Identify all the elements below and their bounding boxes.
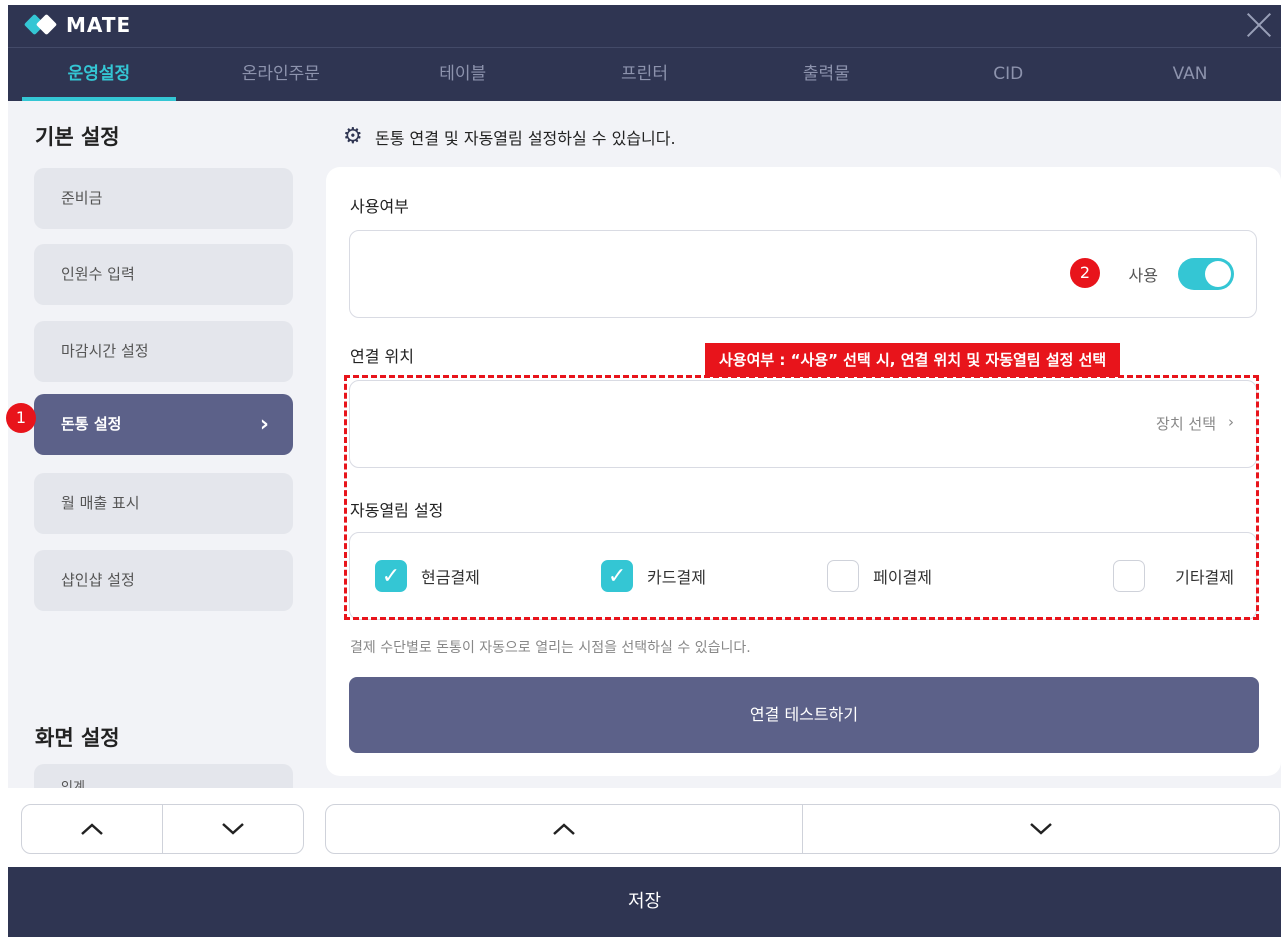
sidebar-item-handover[interactable]: 인계: [34, 764, 293, 788]
checkbox-other[interactable]: [1113, 560, 1146, 592]
tab-online-order[interactable]: 온라인주문: [190, 48, 372, 101]
checkbox-pay[interactable]: [827, 560, 860, 592]
page-header: ⚙ 돈통 연결 및 자동열림 설정하실 수 있습니다.: [343, 125, 676, 149]
main-tab-bar: 운영설정 온라인주문 테이블 프린터 출력물 CID VAN: [8, 47, 1281, 101]
device-select[interactable]: 장치 선택 ›: [1156, 413, 1234, 434]
sidebar-item-monthly-sales[interactable]: 월 매출 표시: [34, 473, 293, 534]
tab-cid[interactable]: CID: [917, 48, 1099, 101]
payment-cash-label: 현금결제: [421, 568, 480, 587]
annotation-marker-1: 1: [6, 403, 36, 433]
payment-pay-option[interactable]: 페이결제: [827, 560, 1053, 592]
logo-text: MATE: [66, 13, 132, 37]
app-logo: MATE: [23, 13, 132, 37]
connection-test-button[interactable]: 연결 테스트하기: [349, 677, 1259, 753]
payment-card-label: 카드결제: [647, 568, 706, 587]
page-title: 돈통 연결 및 자동열림 설정하실 수 있습니다.: [375, 129, 676, 148]
sidebar-item-headcount[interactable]: 인원수 입력: [34, 244, 293, 305]
payment-other-label: 기타결제: [1175, 568, 1234, 587]
payment-pay-label: 페이결제: [873, 568, 932, 587]
gear-icon: ⚙: [343, 124, 363, 149]
usage-toggle-group: 사용: [1129, 258, 1234, 290]
logo-mark-icon: [23, 13, 60, 36]
chevron-down-icon: [1030, 823, 1052, 835]
location-field[interactable]: 장치 선택 ›: [349, 380, 1257, 468]
sidebar-scroll-up-button[interactable]: [22, 805, 162, 853]
chevron-up-icon: [81, 823, 103, 835]
sidebar-scroll-down-button[interactable]: [162, 805, 303, 853]
chevron-up-icon: [553, 823, 575, 835]
settings-card: 사용여부 사용 연결 위치 장치 선택 › 자동열림 설정 ✓ 현금결제 ✓ 카…: [326, 167, 1281, 776]
tab-printer[interactable]: 프린터: [554, 48, 736, 101]
sidebar-item-closing-time[interactable]: 마감시간 설정: [34, 321, 293, 382]
close-icon[interactable]: [1245, 11, 1273, 39]
sidebar: 기본 설정 준비금 인원수 입력 마감시간 설정 돈통 설정 › 월 매출 표시…: [8, 101, 316, 788]
annotation-marker-2: 2: [1070, 258, 1100, 288]
payment-card-option[interactable]: ✓ 카드결제: [601, 560, 827, 592]
sidebar-scroll-nav: [21, 804, 304, 854]
usage-toggle[interactable]: [1178, 258, 1234, 290]
sidebar-item-reserve-fund[interactable]: 준비금: [34, 168, 293, 229]
basic-settings-title: 기본 설정: [35, 125, 120, 149]
auto-open-hint: 결제 수단별로 돈통이 자동으로 열리는 시점을 선택하실 수 있습니다.: [350, 640, 751, 656]
content-scroll-up-button[interactable]: [326, 805, 802, 853]
usage-value: 사용: [1128, 266, 1158, 285]
location-label: 연결 위치: [350, 347, 414, 366]
screen-settings-title: 화면 설정: [35, 726, 120, 750]
annotation-callout: 사용여부 : “사용” 선택 시, 연결 위치 및 자동열림 설정 선택: [705, 343, 1121, 377]
usage-field: 사용: [349, 230, 1257, 318]
payment-cash-option[interactable]: ✓ 현금결제: [375, 560, 601, 592]
sidebar-item-cash-drawer[interactable]: 돈통 설정 ›: [34, 394, 293, 455]
tab-operation-settings[interactable]: 운영설정: [8, 48, 190, 101]
usage-label: 사용여부: [350, 197, 409, 216]
checkbox-card[interactable]: ✓: [601, 560, 634, 592]
auto-open-label: 자동열림 설정: [350, 501, 444, 520]
save-button[interactable]: 저장: [8, 867, 1281, 937]
main-panel: ⚙ 돈통 연결 및 자동열림 설정하실 수 있습니다. 사용여부 사용 연결 위…: [316, 101, 1281, 788]
chevron-right-icon: ›: [259, 412, 269, 437]
content-scroll-down-button[interactable]: [802, 805, 1279, 853]
title-bar: MATE: [8, 5, 1281, 47]
tab-table[interactable]: 테이블: [372, 48, 554, 101]
tab-van[interactable]: VAN: [1099, 48, 1281, 101]
auto-open-field: ✓ 현금결제 ✓ 카드결제 페이결제 기타결제: [349, 532, 1257, 620]
payment-other-option[interactable]: 기타결제: [1053, 560, 1234, 592]
sidebar-item-label: 돈통 설정: [61, 415, 122, 433]
tab-output[interactable]: 출력물: [735, 48, 917, 101]
sidebar-item-shop-in-shop[interactable]: 샵인샵 설정: [34, 550, 293, 611]
content-scroll-nav: [325, 804, 1280, 854]
device-select-label: 장치 선택: [1156, 415, 1216, 433]
chevron-right-icon: ›: [1228, 413, 1234, 431]
checkbox-cash[interactable]: ✓: [375, 560, 407, 592]
chevron-down-icon: [222, 823, 244, 835]
